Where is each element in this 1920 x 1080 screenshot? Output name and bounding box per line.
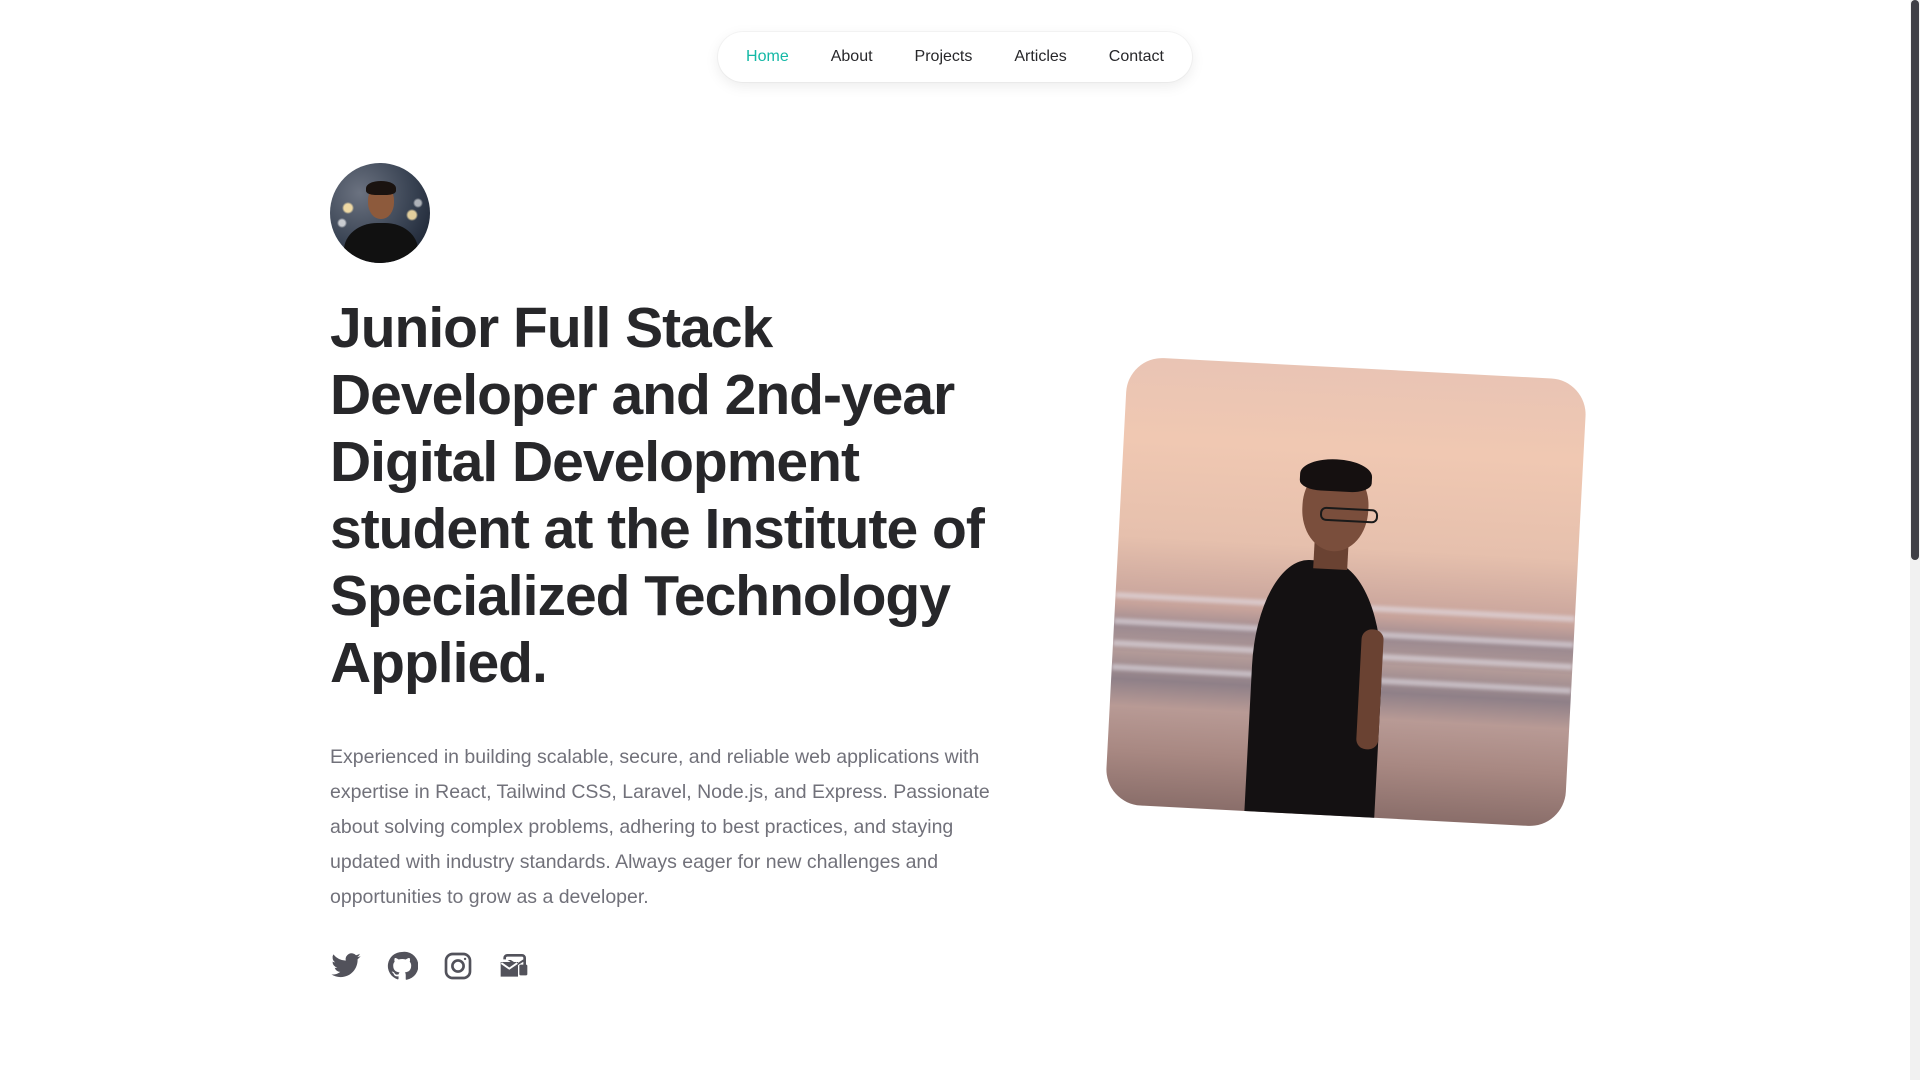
twitter-icon[interactable] [330,950,362,982]
page: Home About Projects Articles Contact Jun… [0,0,1920,1080]
main-nav: Home About Projects Articles Contact [718,32,1192,82]
intro-description: Experienced in building scalable, secure… [330,746,990,908]
mail-icon[interactable] [498,950,530,982]
photo-person-hair [1299,457,1373,494]
nav-item-contact[interactable]: Contact [1088,32,1185,82]
profile-photo [1104,356,1588,828]
page-title: Junior Full Stack Developer and 2nd-year… [330,296,985,695]
github-icon[interactable] [386,950,418,982]
nav-item-about[interactable]: About [810,32,894,82]
nav-item-articles[interactable]: Articles [993,32,1087,82]
avatar[interactable] [330,163,430,263]
scrollbar[interactable] [1910,0,1920,1080]
avatar-hair [366,181,396,195]
nav-item-projects[interactable]: Projects [894,32,994,82]
scrollbar-thumb[interactable] [1911,0,1919,560]
instagram-icon[interactable] [442,950,474,982]
social-links [330,950,530,982]
nav-item-home[interactable]: Home [725,32,810,82]
photo-person-glasses [1319,506,1379,524]
avatar-body [344,223,418,263]
